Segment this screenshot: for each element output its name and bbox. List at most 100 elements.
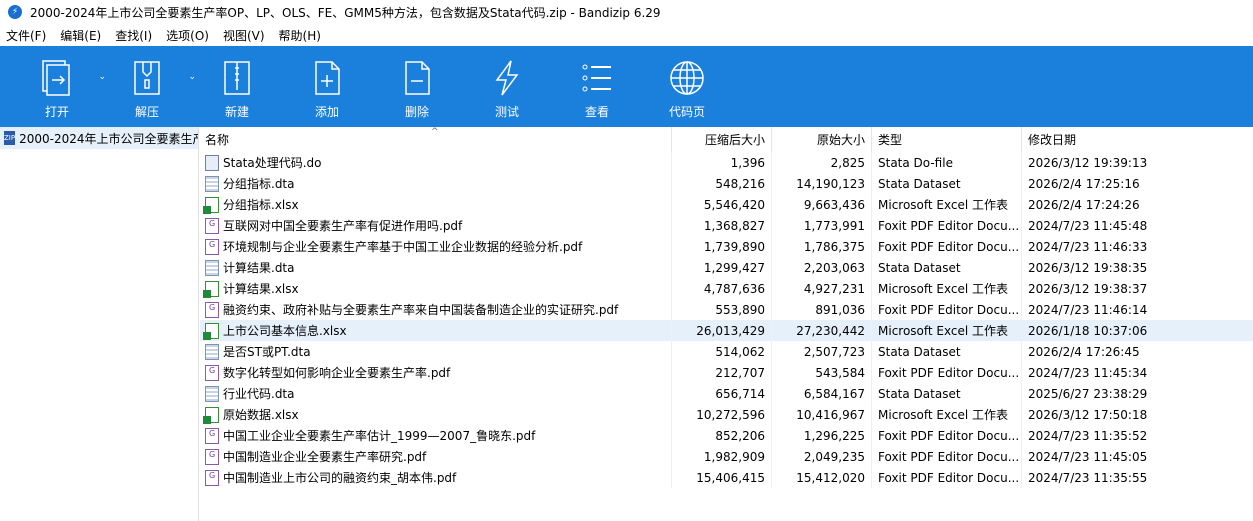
file-row[interactable]: 计算结果.dta 1,299,427 2,203,063 Stata Dataset 2… <box>200 257 1253 278</box>
menu-bar: 文件(F) 编辑(E) 查找(I) 选项(O) 视图(V) 帮助(H) <box>0 24 1253 46</box>
packed-size: 1,739,890 <box>671 236 771 257</box>
menu-item[interactable]: 帮助(H) <box>279 27 321 44</box>
toolbar-button-label: 删除 <box>404 105 429 119</box>
original-size: 1,296,225 <box>771 425 871 446</box>
zip-icon: ZIP <box>4 131 16 145</box>
file-name-cell: 环境规制与企业全要素生产率基于中国工业企业数据的经验分析.pdf <box>200 236 671 257</box>
packed-size: 1,368,827 <box>671 215 771 236</box>
menu-item[interactable]: 文件(F) <box>6 27 46 44</box>
file-row[interactable]: 上市公司基本信息.xlsx 26,013,429 27,230,442 Microso… <box>200 320 1253 341</box>
file-name: 数字化转型如何影响企业全要素生产率.pdf <box>223 366 451 380</box>
file-name-cell: 计算结果.xlsx <box>200 278 671 299</box>
file-row[interactable]: 原始数据.xlsx 10,272,596 10,416,967 Microsoft E… <box>200 404 1253 425</box>
original-size: 2,507,723 <box>771 341 871 362</box>
toolbar-button-delete-file[interactable]: 删除 <box>372 46 462 127</box>
file-name-cell: 分组指标.xlsx <box>200 194 671 215</box>
file-name-cell: 中国工业企业全要素生产率估计_1999—2007_鲁晓东.pdf <box>200 425 671 446</box>
file-type: Microsoft Excel 工作表 <box>871 404 1021 425</box>
original-size: 14,190,123 <box>771 173 871 194</box>
file-name: 融资约束、政府补贴与全要素生产率来自中国装备制造企业的实证研究.pdf <box>223 303 619 317</box>
modified-date: 2024/7/23 11:46:14 <box>1021 299 1171 320</box>
menu-item[interactable]: 查找(I) <box>115 27 152 44</box>
menu-item[interactable]: 视图(V) <box>223 27 265 44</box>
pdf-file-icon <box>205 427 219 444</box>
packed-size: 26,013,429 <box>671 320 771 341</box>
file-name: 环境规制与企业全要素生产率基于中国工业企业数据的经验分析.pdf <box>223 240 583 254</box>
modified-date: 2026/1/18 10:37:06 <box>1021 320 1171 341</box>
file-row[interactable]: 是否ST或PT.dta 514,062 2,507,723 Stata Dataset… <box>200 341 1253 362</box>
toolbar-button-add-file[interactable]: 添加 <box>282 46 372 127</box>
packed-size: 10,272,596 <box>671 404 771 425</box>
original-size: 2,203,063 <box>771 257 871 278</box>
toolbar-button-test[interactable]: 测试 <box>462 46 552 127</box>
toolbar-button-label: 代码页 <box>668 105 705 119</box>
file-row[interactable]: 数字化转型如何影响企业全要素生产率.pdf 212,707543,584Foxit… <box>200 362 1253 383</box>
extract-icon <box>134 61 160 95</box>
modified-date: 2026/2/4 17:24:26 <box>1021 194 1171 215</box>
file-row[interactable]: 融资约束、政府补贴与全要素生产率来自中国装备制造企业的实证研究.pdf 553,8… <box>200 299 1253 320</box>
test-icon <box>495 60 519 96</box>
modified-date: 2026/2/4 17:25:16 <box>1021 173 1171 194</box>
original-size: 27,230,442 <box>771 320 871 341</box>
menu-item[interactable]: 选项(O) <box>166 27 209 44</box>
file-name: 中国制造业上市公司的融资约束_胡本伟.pdf <box>223 471 457 485</box>
toolbar-button-view-list[interactable]: 查看 <box>552 46 642 127</box>
column-header-size[interactable]: 原始大小 <box>771 127 871 152</box>
packed-size: 4,787,636 <box>671 278 771 299</box>
column-header-type[interactable]: 类型 <box>871 127 1021 152</box>
modified-date: 2024/7/23 11:35:52 <box>1021 425 1171 446</box>
file-name: 分组指标.dta <box>223 177 295 191</box>
file-type: Microsoft Excel 工作表 <box>871 320 1021 341</box>
add-file-icon <box>315 61 340 95</box>
modified-date: 2026/3/12 19:38:35 <box>1021 257 1171 278</box>
title-bar: ⚡ 2000-2024年上市公司全要素生产率OP、LP、OLS、FE、GMM5种… <box>0 0 1253 24</box>
file-row[interactable]: 环境规制与企业全要素生产率基于中国工业企业数据的经验分析.pdf 1,739,89… <box>200 236 1253 257</box>
pdf-file-icon <box>205 301 219 318</box>
original-size: 6,584,167 <box>771 383 871 404</box>
toolbar-button-open[interactable]: 打开 ⌄ <box>12 46 106 127</box>
file-type: Foxit PDF Editor Docu... <box>871 425 1021 446</box>
tree-node-archive[interactable]: ZIP 2000-2024年上市公司全要素生产率OP、LP、OLS、FE、GMM… <box>0 127 198 149</box>
file-row[interactable]: 分组指标.dta 548,216 14,190,123 Stata Dataset 20… <box>200 173 1253 194</box>
file-name: 互联网对中国全要素生产率有促进作用吗.pdf <box>223 219 463 233</box>
toolbar-button-label: 添加 <box>314 105 339 119</box>
file-row[interactable]: 行业代码.dta 656,714 6,584,167 Stata Dataset 202… <box>200 383 1253 404</box>
packed-size: 15,406,415 <box>671 467 771 488</box>
packed-size: 1,982,909 <box>671 446 771 467</box>
toolbar-button-label: 测试 <box>494 105 519 119</box>
toolbar-button-label: 解压 <box>134 105 159 119</box>
file-row[interactable]: Stata处理代码.do 1,396 2,825 Stata Do-file 2026/… <box>200 152 1253 173</box>
column-header-date[interactable]: 修改日期 <box>1021 127 1171 152</box>
file-type: Microsoft Excel 工作表 <box>871 278 1021 299</box>
original-size: 891,036 <box>771 299 871 320</box>
toolbar: 打开 ⌄ 解压 ⌄ 新建 添加 删除 测试 查看 代码页 <box>0 46 1253 127</box>
file-row[interactable]: 中国制造业企业全要素生产率研究.pdf 1,982,9092,049,235Fox… <box>200 446 1253 467</box>
file-name: 分组指标.xlsx <box>223 198 299 212</box>
file-row[interactable]: 互联网对中国全要素生产率有促进作用吗.pdf 1,368,8271,773,991… <box>200 215 1253 236</box>
packed-size: 656,714 <box>671 383 771 404</box>
xlsx-file-icon <box>203 406 219 424</box>
original-size: 1,786,375 <box>771 236 871 257</box>
original-size: 2,825 <box>771 152 871 173</box>
file-row[interactable]: 分组指标.xlsx 5,546,420 9,663,436 Microsoft Exc… <box>200 194 1253 215</box>
toolbar-button-extract[interactable]: 解压 ⌄ <box>102 46 196 127</box>
file-type: Stata Dataset <box>871 383 1021 404</box>
file-name-cell: 中国制造业企业全要素生产率研究.pdf <box>200 446 671 467</box>
toolbar-button-label: 打开 <box>44 105 69 119</box>
original-size: 4,927,231 <box>771 278 871 299</box>
file-row[interactable]: 中国制造业上市公司的融资约束_胡本伟.pdf 15,406,41515,412,0… <box>200 467 1253 488</box>
modified-date: 2024/7/23 11:45:34 <box>1021 362 1171 383</box>
file-row[interactable]: 计算结果.xlsx 4,787,636 4,927,231 Microsoft Exc… <box>200 278 1253 299</box>
sort-ascending-icon: ^ <box>431 127 439 137</box>
toolbar-button-new-archive[interactable]: 新建 <box>192 46 282 127</box>
modified-date: 2024/7/23 11:45:48 <box>1021 215 1171 236</box>
pdf-file-icon <box>205 469 219 486</box>
file-row[interactable]: 中国工业企业全要素生产率估计_1999—2007_鲁晓东.pdf 852,2061… <box>200 425 1253 446</box>
column-header-packed[interactable]: 压缩后大小 <box>671 127 771 152</box>
menu-item[interactable]: 编辑(E) <box>60 27 101 44</box>
original-size: 9,663,436 <box>771 194 871 215</box>
original-size: 2,049,235 <box>771 446 871 467</box>
toolbar-button-globe[interactable]: 代码页 <box>642 46 732 127</box>
file-name: 中国工业企业全要素生产率估计_1999—2007_鲁晓东.pdf <box>223 429 536 443</box>
dta-file-icon <box>205 343 219 360</box>
